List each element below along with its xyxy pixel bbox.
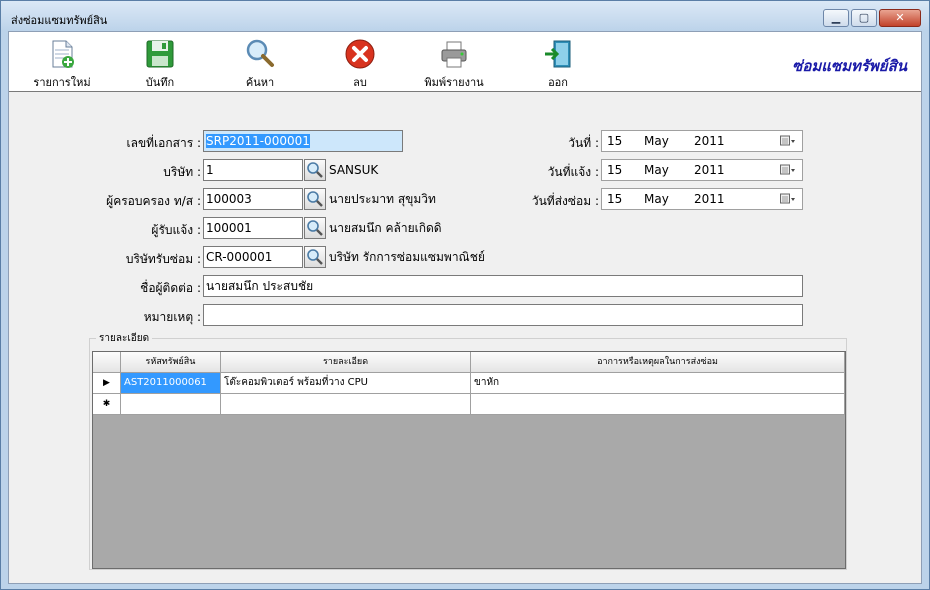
minimize-icon: ▁ [831,11,841,24]
notify-date-picker[interactable]: 15 May 2011 [601,159,803,181]
company-lookup-button[interactable] [304,159,326,181]
date-label: วันที่ : [568,136,599,150]
date-month: May [644,163,669,177]
repair-company-code-field[interactable]: CR-000001 [203,246,303,268]
company-code-field[interactable]: 1 [203,159,303,181]
reason-cell[interactable] [471,394,845,415]
date-day: 15 [607,163,623,177]
date-year: 2011 [694,192,725,206]
maximize-button[interactable]: ▢ [851,9,877,27]
details-group-title: รายละเอียด [96,331,153,346]
red-x-icon [344,38,376,70]
custodian-name: นายประมาท สุขุมวิท [329,192,436,206]
receiver-label: ผู้รับแจ้ง : [151,223,201,237]
new-document-icon [46,38,78,70]
date-day: 15 [607,134,623,148]
maximize-icon: ▢ [858,11,870,24]
window-controls: ▁ ▢ ✕ [823,9,921,27]
exit-button[interactable]: ออก [523,38,593,89]
date-day: 15 [607,192,623,206]
exit-door-icon [542,38,574,70]
new-label: รายการใหม่ [33,76,91,89]
custodian-label: ผู้ครอบครอง ท/ส : [106,194,201,208]
new-table-row[interactable]: ✱ [93,394,845,415]
date-year: 2011 [694,134,725,148]
company-label: บริษัท : [163,165,201,179]
repair-company-lookup-button[interactable] [304,246,326,268]
title-bar[interactable]: ส่งซ่อมแซมทรัพย์สิน ▁ ▢ ✕ [1,1,929,31]
repair-company-label: บริษัทรับซ่อม : [125,252,201,266]
calendar-dropdown-icon[interactable] [780,164,796,176]
doc-no-field[interactable]: SRP2011-000001 [203,130,403,152]
date-month: May [644,192,669,206]
date-year: 2011 [694,163,725,177]
company-name: SANSUK [329,163,379,177]
column-header-reason[interactable]: อาการหรือเหตุผลในการส่งซ่อม [471,352,845,373]
asset-code-cell[interactable]: AST2011000061 [121,373,221,394]
window-title: ส่งซ่อมแซมทรัพย์สิน [11,14,108,27]
close-button[interactable]: ✕ [879,9,921,27]
delete-label: ลบ [353,76,367,89]
magnifier-icon [244,38,276,70]
close-icon: ✕ [895,11,905,24]
magnifier-icon [307,191,323,207]
magnifier-icon [307,162,323,178]
date-month: May [644,134,669,148]
doc-no-label: เลขที่เอกสาร : [126,136,201,150]
magnifier-icon [307,249,323,265]
new-row-icon: ✱ [93,394,121,415]
row-header-corner [93,352,121,373]
print-label: พิมพ์รายงาน [424,76,484,89]
date-picker[interactable]: 15 May 2011 [601,130,803,152]
receiver-lookup-button[interactable] [304,217,326,239]
exit-label: ออก [548,76,568,89]
remark-label: หมายเหตุ : [143,310,201,324]
calendar-dropdown-icon[interactable] [780,193,796,205]
custodian-code-field[interactable]: 100003 [203,188,303,210]
description-cell[interactable] [221,394,471,415]
contact-label: ชื่อผู้ติดต่อ : [140,281,201,295]
client-area: รายการใหม่ บันทึก ค้นหา ลบ พิมพ์รายงาน อ… [8,31,922,584]
calendar-dropdown-icon[interactable] [780,135,796,147]
column-header-description[interactable]: รายละเอียด [221,352,471,373]
search-button[interactable]: ค้นหา [225,38,295,89]
receiver-code-field[interactable]: 100001 [203,217,303,239]
contact-field[interactable]: นายสมนึก ประสบชัย [203,275,803,297]
custodian-lookup-button[interactable] [304,188,326,210]
new-button[interactable]: รายการใหม่ [27,38,97,89]
notify-date-label: วันที่แจ้ง : [547,165,599,179]
save-label: บันทึก [145,76,175,89]
toolbar: รายการใหม่ บันทึก ค้นหา ลบ พิมพ์รายงาน อ… [9,32,921,92]
delete-button[interactable]: ลบ [325,38,395,89]
reason-cell[interactable]: ขาหัก [471,373,845,394]
printer-icon [438,38,470,70]
print-button[interactable]: พิมพ์รายงาน [419,38,489,89]
form-brand-title: ซ่อมแซมทรัพย์สิน [792,57,907,75]
minimize-button[interactable]: ▁ [823,9,849,27]
asset-code-cell[interactable] [121,394,221,415]
magnifier-icon [307,220,323,236]
grid-header-row: รหัสทรัพย์สิน รายละเอียด อาการหรือเหตุผล… [93,352,845,373]
search-label: ค้นหา [245,76,275,89]
doc-no-value: SRP2011-000001 [206,134,310,148]
save-button[interactable]: บันทึก [125,38,195,89]
floppy-disk-icon [144,38,176,70]
repair-company-name: บริษัท รักการซ่อมแซมพาณิชย์ [329,250,485,264]
current-row-icon: ▶ [93,373,121,394]
send-date-label: วันที่ส่งซ่อม : [531,194,599,208]
table-row[interactable]: ▶ AST2011000061 โต๊ะคอมพิวเตอร์ พร้อมที่… [93,373,845,394]
details-group: รายละเอียด รหัสทรัพย์สิน รายละเอียด อากา… [89,331,847,570]
send-date-picker[interactable]: 15 May 2011 [601,188,803,210]
column-header-asset-code[interactable]: รหัสทรัพย์สิน [121,352,221,373]
description-cell[interactable]: โต๊ะคอมพิวเตอร์ พร้อมที่วาง CPU [221,373,471,394]
remark-field[interactable] [203,304,803,326]
details-grid[interactable]: รหัสทรัพย์สิน รายละเอียด อาการหรือเหตุผล… [92,351,846,569]
main-window: ส่งซ่อมแซมทรัพย์สิน ▁ ▢ ✕ รายการใหม่ บัน… [0,0,930,590]
receiver-name: นายสมนึก คล้ายเกิดดิ [329,221,442,235]
